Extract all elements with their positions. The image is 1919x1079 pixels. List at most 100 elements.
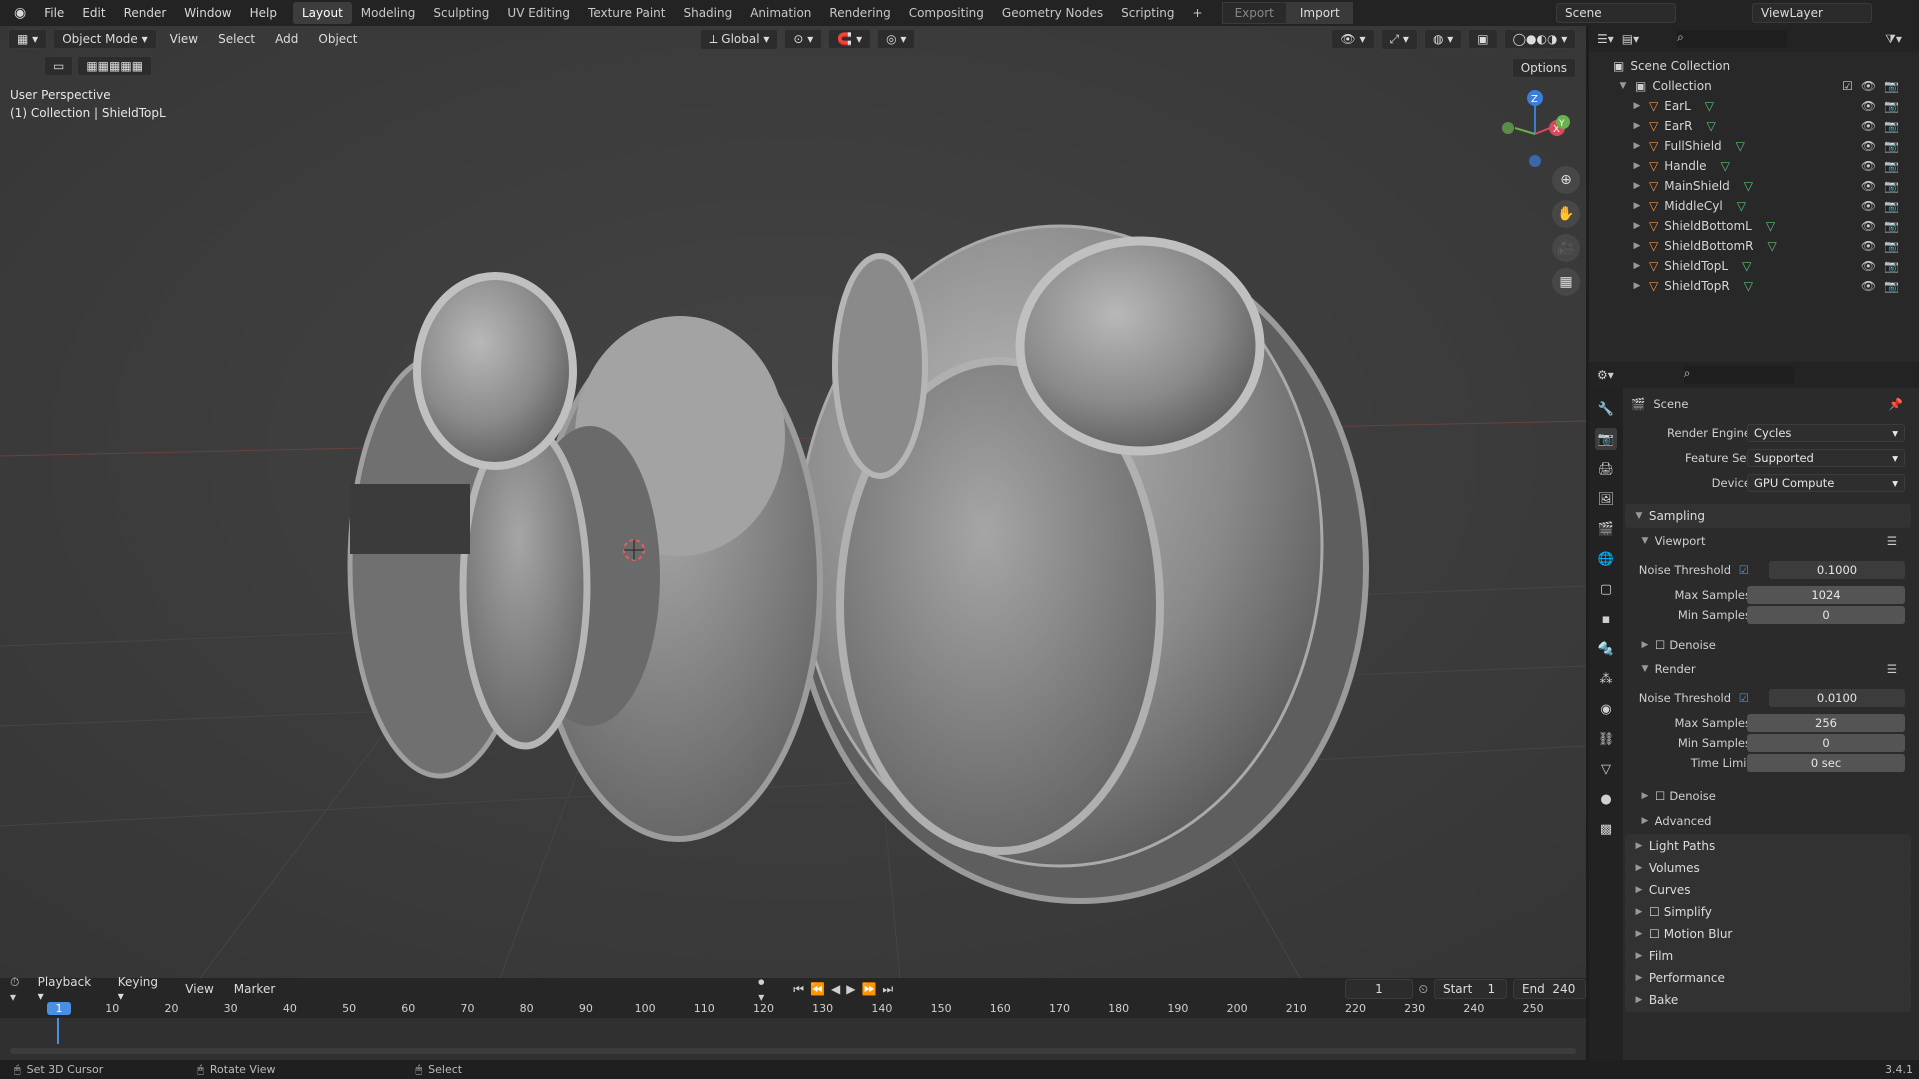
vp-min-samples-field[interactable]: 0 — [1747, 606, 1905, 624]
menu-render[interactable]: Render — [116, 6, 175, 20]
visibility-icons[interactable]: 👁📷 — [1861, 259, 1907, 273]
tab-geometry-nodes[interactable]: Geometry Nodes — [993, 2, 1112, 24]
visibility-icons[interactable]: 👁📷 — [1861, 219, 1907, 233]
gizmo-toggle-icon[interactable]: ⤢ ▾ — [1380, 28, 1418, 50]
shading-modes-icon[interactable]: ◯●◐◑ ▾ — [1503, 29, 1577, 49]
visibility-icons[interactable]: 👁📷 — [1861, 279, 1907, 293]
properties-search-input[interactable]: ⌕ — [1683, 366, 1794, 384]
render-engine-dropdown[interactable]: Cycles ▾ — [1747, 424, 1905, 442]
sampling-section[interactable]: ▼ Sampling — [1625, 504, 1911, 528]
expand-arrow-icon[interactable]: ▶ — [1631, 241, 1643, 251]
import-button[interactable]: Import — [1286, 2, 1353, 24]
overlays-icon[interactable]: ◍ ▾ — [1423, 29, 1463, 49]
scene-selector[interactable]: Scene — [1556, 3, 1676, 23]
render-subsection[interactable]: ▼ Render ☰ — [1639, 660, 1911, 678]
expand-arrow-icon[interactable]: ▶ — [1631, 181, 1643, 191]
collection-tab-icon[interactable]: ▢ — [1595, 578, 1617, 600]
device-dropdown[interactable]: GPU Compute ▾ — [1747, 474, 1905, 492]
expand-arrow-icon[interactable]: ▶ — [1631, 221, 1643, 231]
transform-orientation-selector[interactable]: ⟂ Global ▾ — [700, 28, 779, 50]
viewport-menu-add[interactable]: Add — [268, 30, 305, 48]
camera-view-icon[interactable]: 🎥 — [1552, 234, 1580, 262]
timeline-ruler[interactable]: 1 10 20 30 40 50 60 70 80 90 100 110 120 130 140 150 160… — [0, 1000, 1586, 1018]
properties-editor-icon[interactable]: ⚙▾ — [1597, 368, 1614, 382]
section-checkbox[interactable]: ☐ — [1649, 927, 1660, 941]
tab-modeling[interactable]: Modeling — [352, 2, 425, 24]
menu-edit[interactable]: Edit — [74, 6, 113, 20]
view-layer-selector[interactable]: ViewLayer — [1752, 3, 1872, 23]
ortho-grid-icon[interactable]: ▦ — [1552, 268, 1580, 296]
xray-icon[interactable]: ▣ — [1468, 29, 1498, 49]
outliner-item[interactable]: ▶ ▽ ShieldTopR ▽ 👁📷 — [1589, 276, 1919, 296]
outliner-item[interactable]: ▶ ▽ MainShield ▽ 👁📷 — [1589, 176, 1919, 196]
scene-tab-icon[interactable]: 🎬 — [1595, 518, 1617, 540]
texture-tab-icon[interactable]: ▩ — [1595, 818, 1617, 840]
expand-arrow-icon[interactable]: ▶ — [1631, 281, 1643, 291]
visibility-icons[interactable]: 👁📷 — [1861, 159, 1907, 173]
outliner-item[interactable]: ▶ ▽ MiddleCyl ▽ 👁📷 — [1589, 196, 1919, 216]
pin-icon[interactable]: 📌 — [1889, 397, 1903, 411]
mode-selector[interactable]: Object Mode ▾ — [53, 29, 157, 49]
r-noise-threshold-field[interactable]: 0.0100 — [1769, 689, 1905, 707]
physics-tab-icon[interactable]: ◉ — [1595, 698, 1617, 720]
visibility-icons[interactable]: 👁📷 — [1861, 239, 1907, 253]
visibility-icons[interactable]: 👁📷 — [1861, 199, 1907, 213]
r-denoise-checkbox[interactable]: ☐ — [1655, 789, 1665, 803]
add-workspace-button[interactable]: + — [1184, 2, 1212, 24]
r-noise-checkbox[interactable]: ☑ — [1739, 691, 1749, 705]
viewport-subsection[interactable]: ▼ Viewport ☰ — [1639, 532, 1911, 550]
vp-max-samples-field[interactable]: 1024 — [1747, 586, 1905, 604]
expand-arrow-icon[interactable]: ▶ — [1631, 101, 1643, 111]
outliner-collection[interactable]: ▼ ▣ Collection ☑👁📷 — [1589, 76, 1919, 96]
menu-window[interactable]: Window — [176, 6, 239, 20]
list-icon[interactable]: ☰ — [1887, 534, 1897, 548]
3d-viewport[interactable]: Z X Y ▦ ▾ Object Mode ▾ View Select Add … — [0, 26, 1586, 978]
outliner-item[interactable]: ▶ ▽ ShieldBottomR ▽ 👁📷 — [1589, 236, 1919, 256]
constraints-tab-icon[interactable]: ⛓ — [1595, 728, 1617, 750]
render-tab-icon[interactable]: 📷 — [1595, 428, 1617, 450]
proportional-edit-icon[interactable]: ◎ ▾ — [877, 29, 916, 49]
viewport-menu-object[interactable]: Object — [311, 30, 364, 48]
select-box-icon[interactable]: ▭ — [44, 56, 74, 76]
expand-arrow-icon[interactable]: ▶ — [1631, 261, 1643, 271]
end-frame-field[interactable]: End 240 — [1512, 979, 1586, 999]
timeline-track[interactable] — [0, 1018, 1586, 1060]
outliner-item[interactable]: ▶ ▽ FullShield ▽ 👁📷 — [1589, 136, 1919, 156]
time-limit-field[interactable]: 0 sec — [1747, 754, 1905, 772]
snap-icon[interactable]: 🧲 ▾ — [828, 29, 872, 49]
outliner-item[interactable]: ▶ ▽ ShieldTopL ▽ 👁📷 — [1589, 256, 1919, 276]
visibility-icons[interactable]: 👁📷 — [1861, 179, 1907, 193]
tab-compositing[interactable]: Compositing — [900, 2, 993, 24]
pan-hand-icon[interactable]: ✋ — [1552, 200, 1580, 228]
export-button[interactable]: Export — [1221, 2, 1287, 24]
tab-animation[interactable]: Animation — [741, 2, 820, 24]
view-layer-tab-icon[interactable]: 🖼 — [1595, 488, 1617, 510]
filter-icon[interactable]: ⧩▾ — [1885, 32, 1902, 47]
visibility-icons[interactable]: 👁📷 — [1861, 139, 1907, 153]
object-tab-icon[interactable]: ▪ — [1595, 608, 1617, 630]
outliner-item[interactable]: ▶ ▽ Handle ▽ 👁📷 — [1589, 156, 1919, 176]
outliner-editor-icon[interactable]: ☰▾ — [1597, 32, 1614, 46]
world-tab-icon[interactable]: 🌐 — [1595, 548, 1617, 570]
section-performance[interactable]: ▶ Performance — [1625, 966, 1911, 990]
tab-sculpting[interactable]: Sculpting — [424, 2, 498, 24]
vp-noise-checkbox[interactable]: ☑ — [1739, 563, 1749, 577]
material-tab-icon[interactable]: ● — [1595, 788, 1617, 810]
expand-arrow-icon[interactable]: ▶ — [1631, 201, 1643, 211]
timeline-scrollbar[interactable] — [10, 1048, 1576, 1054]
outliner-item[interactable]: ▶ ▽ EarL ▽ 👁📷 — [1589, 96, 1919, 116]
zoom-icon[interactable]: ⊕ — [1552, 166, 1580, 194]
tab-shading[interactable]: Shading — [674, 2, 741, 24]
visibility-icons[interactable]: 👁📷 — [1861, 99, 1907, 113]
display-mode-icon[interactable]: ▤▾ — [1622, 32, 1639, 46]
options-dropdown[interactable]: Options — [1511, 58, 1576, 78]
viewport-menu-select[interactable]: Select — [211, 30, 262, 48]
viewport-menu-view[interactable]: View — [163, 30, 205, 48]
outliner-item[interactable]: ▶ ▽ EarR ▽ 👁📷 — [1589, 116, 1919, 136]
particles-tab-icon[interactable]: ⁂ — [1595, 668, 1617, 690]
expand-arrow-icon[interactable]: ▼ — [1617, 81, 1629, 91]
editor-type-button[interactable]: ▦ ▾ — [8, 29, 48, 49]
r-max-samples-field[interactable]: 256 — [1747, 714, 1905, 732]
blender-logo-icon[interactable]: ◉ — [6, 5, 34, 21]
data-tab-icon[interactable]: ▽ — [1595, 758, 1617, 780]
